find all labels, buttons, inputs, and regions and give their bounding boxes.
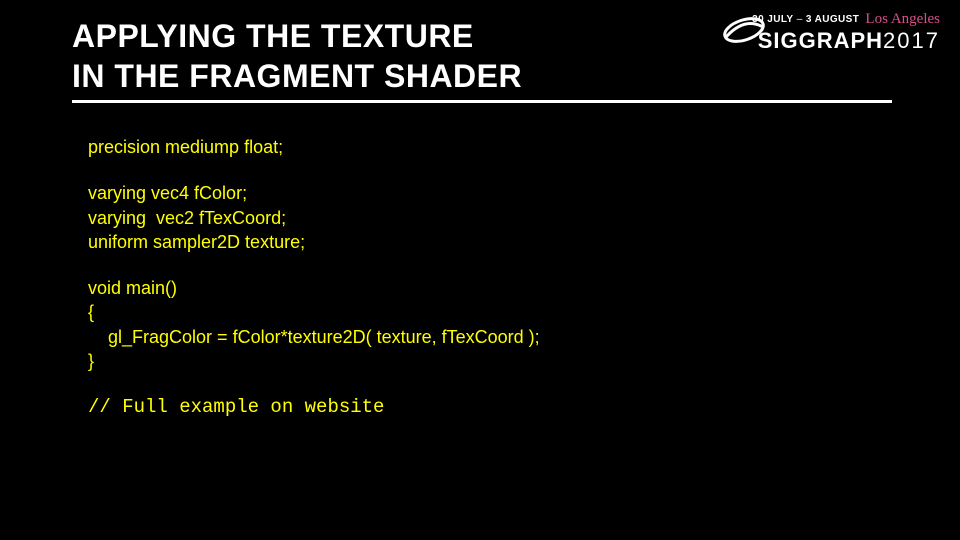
code-line: varying vec4 fColor; [88, 181, 540, 205]
badge-year: 2017 [883, 28, 940, 53]
conference-badge: 30 JULY – 3 AUGUST Los Angeles SIGGRAPH2… [670, 10, 940, 54]
slide: APPLYING THE TEXTURE IN THE FRAGMENT SHA… [0, 0, 960, 540]
badge-date-sep: – [797, 14, 803, 25]
badge-brand: SIGGRAPH [758, 28, 883, 53]
blank-line [88, 159, 540, 181]
code-line: { [88, 300, 540, 324]
code-line: varying vec2 fTexCoord; [88, 206, 540, 230]
blank-line [88, 373, 540, 395]
code-line: uniform sampler2D texture; [88, 230, 540, 254]
title-underline [72, 100, 892, 103]
badge-date-end: 3 AUGUST [806, 14, 859, 25]
badge-city: Los Angeles [865, 11, 940, 27]
code-block: precision mediump float; varying vec4 fC… [88, 135, 540, 421]
code-comment: // Full example on website [88, 395, 540, 421]
code-line: precision mediump float; [88, 135, 540, 159]
title-line-1: APPLYING THE TEXTURE [72, 18, 474, 54]
badge-brand-line: SIGGRAPH2017 [670, 28, 940, 54]
siggraph-logo-icon [721, 12, 767, 48]
code-line: void main() [88, 276, 540, 300]
slide-title: APPLYING THE TEXTURE IN THE FRAGMENT SHA… [72, 16, 522, 96]
blank-line [88, 254, 540, 276]
code-line: } [88, 349, 540, 373]
badge-dates: 30 JULY – 3 AUGUST Los Angeles [670, 10, 940, 27]
code-line: gl_FragColor = fColor*texture2D( texture… [88, 325, 540, 349]
title-line-2: IN THE FRAGMENT SHADER [72, 58, 522, 94]
